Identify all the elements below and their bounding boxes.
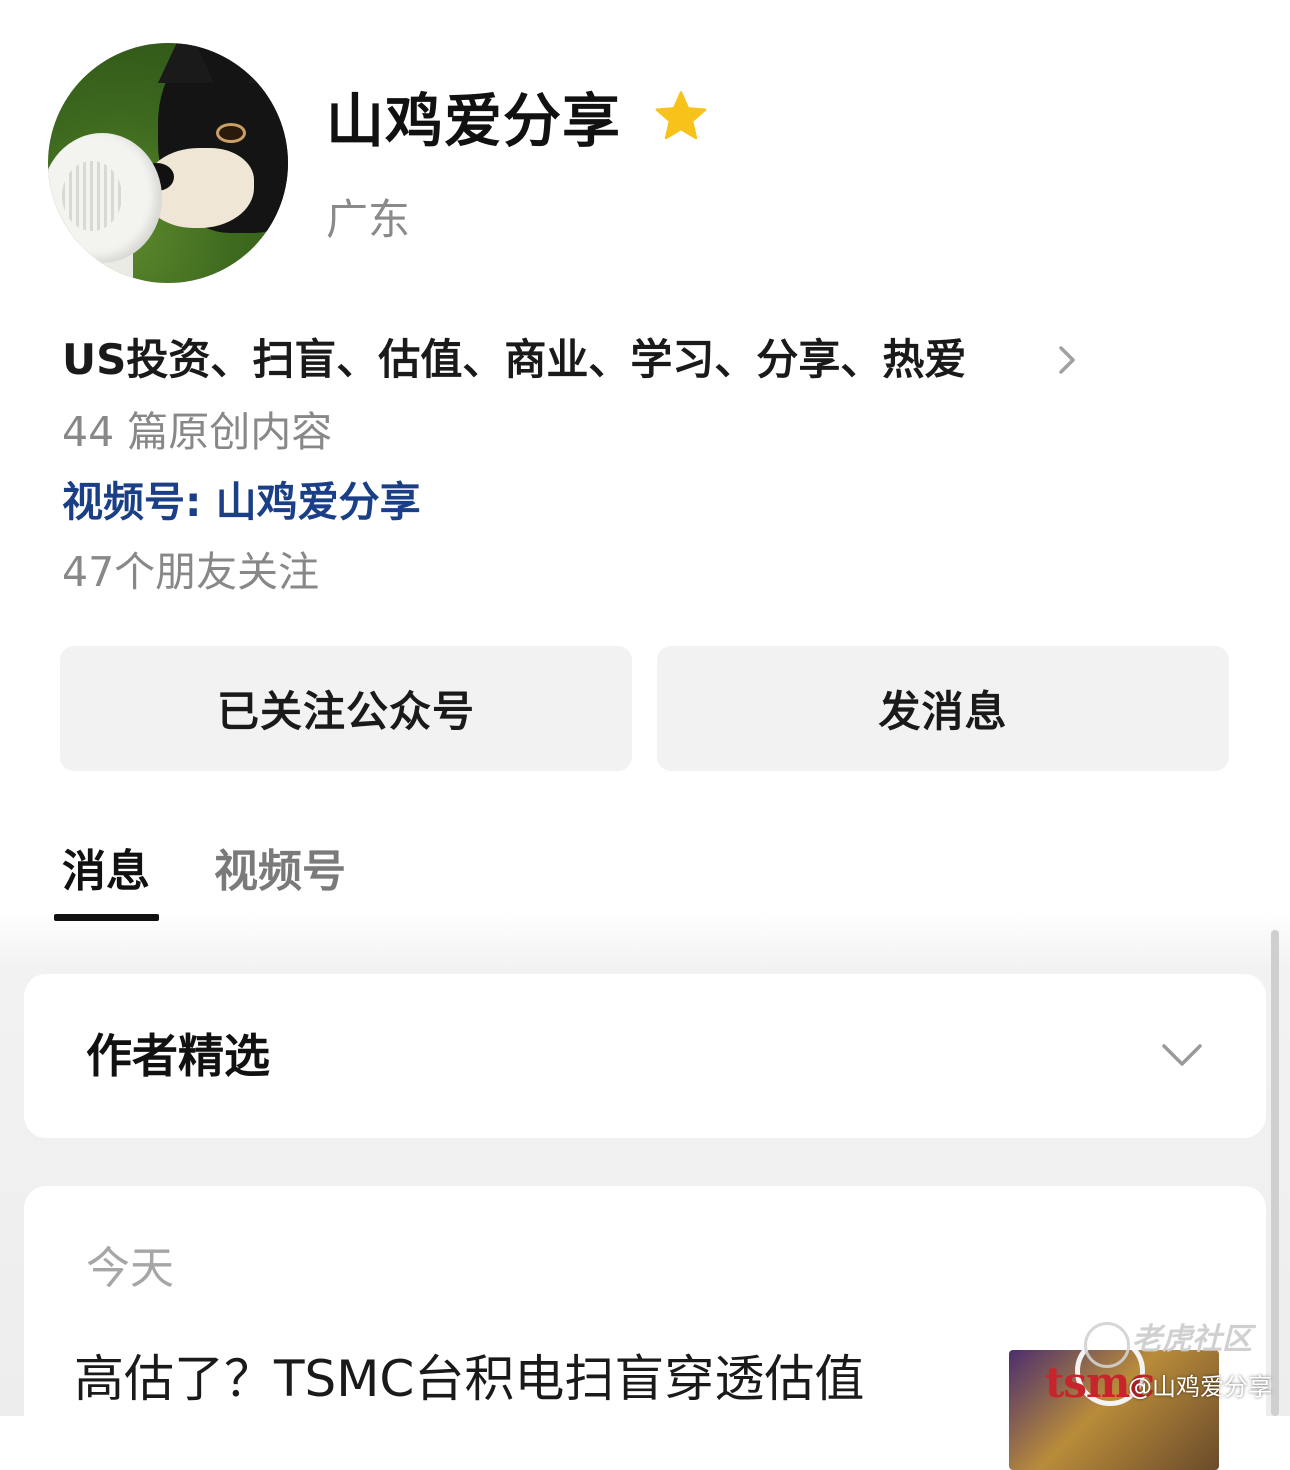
fan-grill bbox=[62, 161, 122, 231]
author-picks-title: 作者精选 bbox=[86, 1029, 270, 1083]
bio-text[interactable]: US投资、扫盲、估值、商业、学习、分享、热爱 bbox=[62, 330, 966, 390]
watermark-handle: @山鸡爱分享 bbox=[1128, 1373, 1272, 1401]
channel-link[interactable]: 视频号: 山鸡爱分享 bbox=[62, 472, 421, 532]
friends-following[interactable]: 47个朋友关注 bbox=[62, 542, 319, 602]
feed-date-label: 今天 bbox=[86, 1243, 174, 1294]
region-label: 广东 bbox=[326, 195, 411, 244]
author-picks-card[interactable]: 作者精选 bbox=[24, 974, 1266, 1138]
dog-ear-left bbox=[158, 43, 214, 83]
article-title[interactable]: 高估了？TSMC台积电扫盲穿透估值 bbox=[74, 1344, 864, 1414]
watermark: 老虎社区 @山鸡爱分享 bbox=[1084, 1318, 1274, 1408]
watermark-brand: 老虎社区 bbox=[1132, 1322, 1252, 1357]
chevron-down-icon[interactable] bbox=[1160, 1040, 1204, 1070]
tab-channels[interactable]: 视频号 bbox=[214, 840, 346, 904]
avatar[interactable] bbox=[48, 43, 288, 283]
tab-messages[interactable]: 消息 bbox=[62, 840, 150, 904]
dog-ear-right bbox=[248, 43, 288, 83]
original-count: 44 篇原创内容 bbox=[62, 408, 333, 456]
send-message-button[interactable]: 发消息 bbox=[657, 646, 1229, 771]
message-feed-card: 今天 高估了？TSMC台积电扫盲穿透估值 tsmc bbox=[24, 1186, 1266, 1470]
followed-button[interactable]: 已关注公众号 bbox=[60, 646, 632, 771]
dog-eye bbox=[216, 123, 246, 143]
watermark-logo-icon bbox=[1084, 1322, 1130, 1368]
star-icon bbox=[655, 91, 707, 140]
chevron-right-icon[interactable] bbox=[1052, 340, 1082, 380]
active-tab-indicator bbox=[54, 914, 159, 921]
account-name: 山鸡爱分享 bbox=[326, 87, 622, 155]
